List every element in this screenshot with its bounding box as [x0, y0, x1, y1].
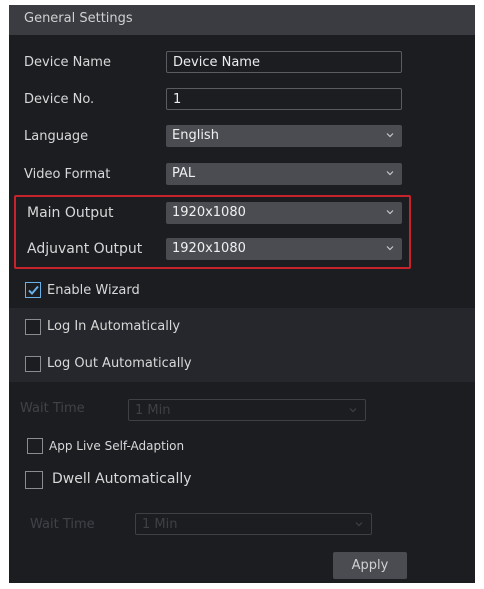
chevron-down-icon — [386, 133, 394, 138]
wait-time-label: Wait Time — [20, 401, 85, 416]
dwell-auto-label: Dwell Automatically — [52, 471, 192, 487]
chevron-down-icon — [355, 522, 363, 527]
wait-time-label-2: Wait Time — [30, 517, 95, 532]
enable-wizard-label: Enable Wizard — [47, 283, 140, 298]
adjuvant-output-select[interactable]: 1920x1080 — [166, 238, 402, 260]
enable-wizard-checkbox[interactable] — [25, 282, 41, 298]
panel-title: General Settings — [24, 11, 133, 26]
panel-header: General Settings — [9, 5, 475, 35]
device-no-input[interactable] — [166, 88, 402, 110]
general-settings-panel: General Settings Device Name Device No. … — [9, 5, 475, 583]
wait-time-value-2: 1 Min — [142, 517, 178, 532]
language-label: Language — [24, 129, 89, 144]
device-name-label: Device Name — [24, 55, 111, 70]
main-output-label: Main Output — [27, 205, 114, 221]
adjuvant-output-label: Adjuvant Output — [27, 241, 143, 257]
video-format-label: Video Format — [24, 167, 111, 182]
dwell-auto-checkbox[interactable] — [25, 471, 43, 489]
log-out-auto-checkbox[interactable] — [25, 356, 41, 372]
language-value: English — [172, 128, 219, 143]
device-no-label: Device No. — [24, 92, 95, 107]
chevron-down-icon — [386, 210, 394, 215]
wait-time-value: 1 Min — [135, 403, 171, 418]
main-output-value: 1920x1080 — [172, 205, 246, 220]
adjuvant-output-value: 1920x1080 — [172, 241, 246, 256]
log-in-auto-label: Log In Automatically — [47, 319, 181, 334]
chevron-down-icon — [386, 246, 394, 251]
app-live-label: App Live Self-Adaption — [49, 439, 185, 453]
chevron-down-icon — [386, 171, 394, 176]
main-output-select[interactable]: 1920x1080 — [166, 202, 402, 224]
apply-button[interactable]: Apply — [333, 552, 407, 579]
log-in-auto-checkbox[interactable] — [25, 319, 41, 335]
wait-time-select-2[interactable]: 1 Min — [135, 513, 372, 535]
video-format-select[interactable]: PAL — [166, 163, 402, 185]
app-live-checkbox[interactable] — [27, 438, 43, 454]
device-name-input[interactable] — [166, 51, 402, 73]
log-out-auto-label: Log Out Automatically — [47, 356, 192, 371]
chevron-down-icon — [349, 408, 357, 413]
video-format-value: PAL — [172, 166, 196, 181]
checkmark-icon — [28, 285, 39, 295]
language-select[interactable]: English — [166, 125, 402, 147]
wait-time-select[interactable]: 1 Min — [128, 399, 366, 421]
